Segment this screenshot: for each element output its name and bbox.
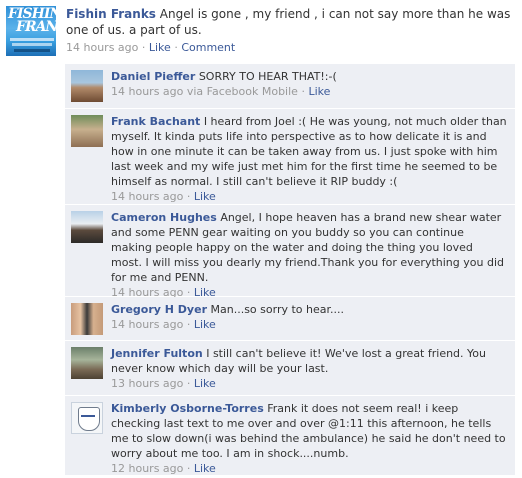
meta-separator: ·: [186, 318, 191, 331]
post: Fishin Franks Angel is gone , my friend …: [66, 6, 516, 54]
comment-like-link[interactable]: Like: [194, 462, 216, 475]
comment-timestamp[interactable]: 14 hours ago via Facebook Mobile: [111, 85, 298, 98]
meta-separator: ·: [186, 462, 191, 475]
commenter-avatar[interactable]: [71, 70, 103, 102]
avatar-detail-line: [14, 49, 50, 52]
commenter-name-link[interactable]: Gregory H Dyer: [111, 303, 207, 316]
comment-text: SORRY TO HEAR THAT!:-(: [198, 70, 337, 83]
comment-item: Kimberly Osborne-Torres Frank it does no…: [65, 396, 515, 476]
commenter-name-link[interactable]: Cameron Hughes: [111, 211, 217, 224]
commenter-avatar[interactable]: [71, 347, 103, 379]
commenter-avatar[interactable]: [71, 115, 103, 147]
comment-item: Frank Bachant I heard from Joel :( He wa…: [65, 109, 515, 205]
post-like-link[interactable]: Like: [149, 41, 171, 54]
comment-timestamp[interactable]: 14 hours ago: [111, 190, 183, 203]
commenter-avatar[interactable]: [71, 211, 103, 243]
commenter-name-link[interactable]: Kimberly Osborne-Torres: [111, 402, 264, 415]
post-meta: 14 hours ago · Like · Comment: [66, 41, 516, 54]
comment-content: Frank Bachant I heard from Joel :( He wa…: [111, 114, 507, 204]
meta-separator: ·: [174, 41, 178, 54]
comments-list: Daniel Pieffer SORRY TO HEAR THAT!:-( 14…: [65, 64, 515, 476]
comment-timestamp[interactable]: 14 hours ago: [111, 318, 183, 331]
post-timestamp[interactable]: 14 hours ago: [66, 41, 138, 54]
avatar-logo-text-2: FRANKS: [16, 19, 56, 35]
meta-separator: ·: [301, 85, 305, 98]
page-avatar[interactable]: FISHIN FRANKS: [6, 6, 56, 56]
comment-content: Kimberly Osborne-Torres Frank it does no…: [111, 401, 507, 476]
comment-item: Cameron Hughes Angel, I hope heaven has …: [65, 205, 515, 300]
commenter-avatar[interactable]: [71, 402, 103, 434]
comment-like-link[interactable]: Like: [194, 318, 216, 331]
comment-item: Jennifer Fulton I still can't believe it…: [65, 341, 515, 396]
badge-stripe: [81, 415, 95, 417]
comment-timestamp[interactable]: 13 hours ago: [111, 377, 183, 390]
badge-icon: [78, 407, 100, 431]
post-content: Fishin Franks Angel is gone , my friend …: [66, 6, 516, 38]
comment-like-link[interactable]: Like: [308, 85, 330, 98]
comment-like-link[interactable]: Like: [194, 190, 216, 203]
comment-content: Cameron Hughes Angel, I hope heaven has …: [111, 210, 507, 300]
comment-content: Jennifer Fulton I still can't believe it…: [111, 346, 507, 391]
comment-item: Daniel Pieffer SORRY TO HEAR THAT!:-( 14…: [65, 64, 515, 109]
comment-text: Man...so sorry to hear....: [210, 303, 345, 316]
meta-separator: ·: [141, 41, 146, 54]
post-comment-link[interactable]: Comment: [181, 41, 235, 54]
comment-content: Gregory H Dyer Man...so sorry to hear...…: [111, 302, 507, 332]
commenter-name-link[interactable]: Daniel Pieffer: [111, 70, 195, 83]
commenter-name-link[interactable]: Frank Bachant: [111, 115, 200, 128]
meta-separator: ·: [186, 377, 191, 390]
post-author-link[interactable]: Fishin Franks: [66, 7, 156, 21]
comment-item: Gregory H Dyer Man...so sorry to hear...…: [65, 297, 515, 341]
comment-timestamp[interactable]: 12 hours ago: [111, 462, 183, 475]
meta-separator: ·: [186, 190, 191, 203]
avatar-detail-line: [10, 38, 54, 41]
commenter-avatar[interactable]: [71, 303, 103, 335]
avatar-detail-line: [12, 43, 52, 46]
commenter-name-link[interactable]: Jennifer Fulton: [111, 347, 203, 360]
comment-like-link[interactable]: Like: [194, 377, 216, 390]
comment-content: Daniel Pieffer SORRY TO HEAR THAT!:-( 14…: [111, 69, 507, 99]
